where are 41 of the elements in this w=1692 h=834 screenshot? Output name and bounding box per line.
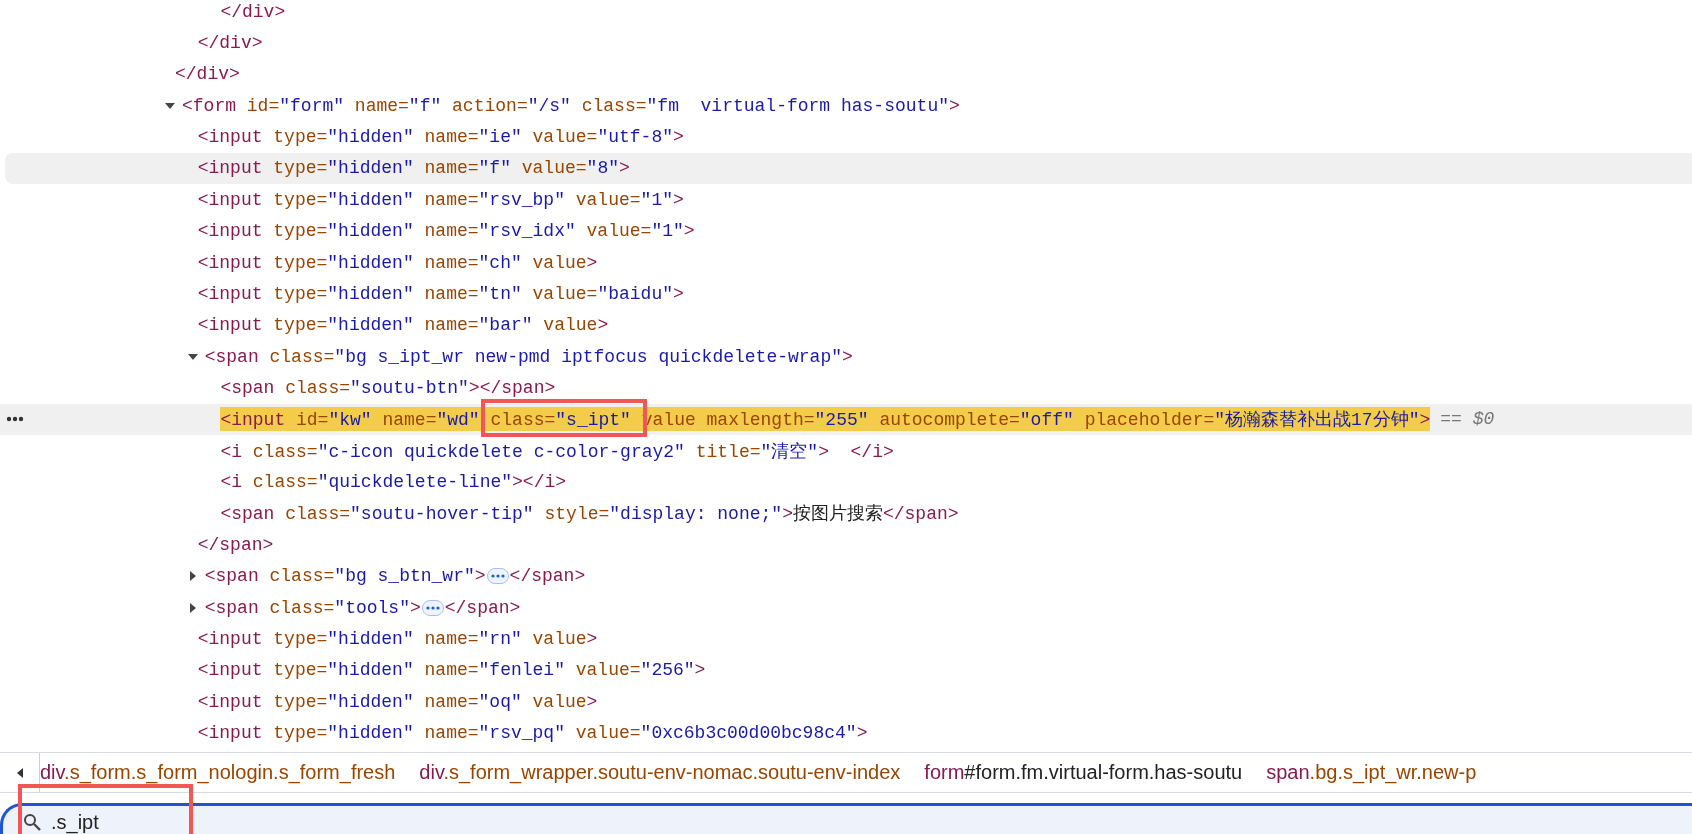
dots-icon xyxy=(490,574,505,579)
tree-row[interactable]: <input type="hidden" name="f" value="8"> xyxy=(5,152,1692,185)
search-input[interactable]: .s_ipt xyxy=(51,810,451,834)
code-line: </div> xyxy=(175,64,240,85)
expanded-arrow-icon[interactable] xyxy=(186,351,199,362)
code-line: <span class="soutu-hover-tip" style="display: none;">按图片搜索</span> xyxy=(220,503,959,526)
caret-left-icon xyxy=(15,767,24,778)
search-icon xyxy=(23,813,41,831)
breadcrumb[interactable]: div.s_form.s_form_nologin.s_form_fresh xyxy=(40,761,396,784)
code-line: <span class="bg s_btn_wr"> xyxy=(204,566,486,587)
code-line: <input type="hidden" name="rn" value> xyxy=(197,628,598,649)
code-line: <input type="hidden" name="rsv_bp" value="1"> xyxy=(197,189,684,210)
ellipsis-button[interactable] xyxy=(421,599,444,616)
code-line: <input type="hidden" name="ie" value="utf-8"> xyxy=(197,127,684,148)
code-line: </span> xyxy=(444,597,521,618)
code-line: <span class="bg s_ipt_wr new-pmd iptfocus quickdelete-wrap"> xyxy=(204,346,853,367)
ellipsis-button[interactable] xyxy=(486,568,509,585)
code-line: <form id="form" name="f" action="/s" class="fm virtual-form has-soutu"> xyxy=(182,95,960,116)
code-line: </div> xyxy=(197,33,263,54)
code-line: <input type="hidden" name="rsv_pq" value="0xc6b3c00d00bc98c4"> xyxy=(197,722,868,743)
breadcrumb[interactable]: div.s_form_wrapper.soutu-env-nomac.soutu-env-index xyxy=(419,761,901,784)
code-line: </span> xyxy=(197,534,274,555)
code-line: <span class="soutu-btn"></span> xyxy=(220,378,556,398)
dots-icon xyxy=(425,605,440,610)
code-line: <input type="hidden" name="ch" value> xyxy=(197,252,598,273)
code-line: <input type="hidden" name="rsv_idx" value="1"> xyxy=(197,221,695,242)
code-line: <input type="hidden" name="bar" value> xyxy=(197,315,609,336)
code-line: </div> xyxy=(220,1,286,22)
code-line: <span class="tools"> xyxy=(204,597,421,618)
breadcrumb[interactable]: form#form.fm.virtual-form.has-soutu xyxy=(924,761,1243,784)
code-line: <input type="hidden" name="tn" value="baidu"> xyxy=(197,283,684,304)
more-icon[interactable] xyxy=(6,415,24,422)
console-reference: == $0 xyxy=(1440,409,1495,430)
code-line: <i class="c-icon quickdelete c-color-gray2" title="清空"> </i> xyxy=(220,440,894,463)
breadcrumb[interactable]: span.bg.s_ipt_wr.new-p xyxy=(1266,761,1477,784)
code-line: <input type="hidden" name="f" value="8"> xyxy=(197,158,630,179)
code-line: <input type="hidden" name="oq" value> xyxy=(197,691,598,712)
code-line: <input type="hidden" name="fenlei" value="256"> xyxy=(197,660,706,681)
code-line: </span> xyxy=(509,566,586,587)
expanded-arrow-icon[interactable] xyxy=(164,100,176,111)
code-line: <i class="quickdelete-line"></i> xyxy=(220,472,567,493)
